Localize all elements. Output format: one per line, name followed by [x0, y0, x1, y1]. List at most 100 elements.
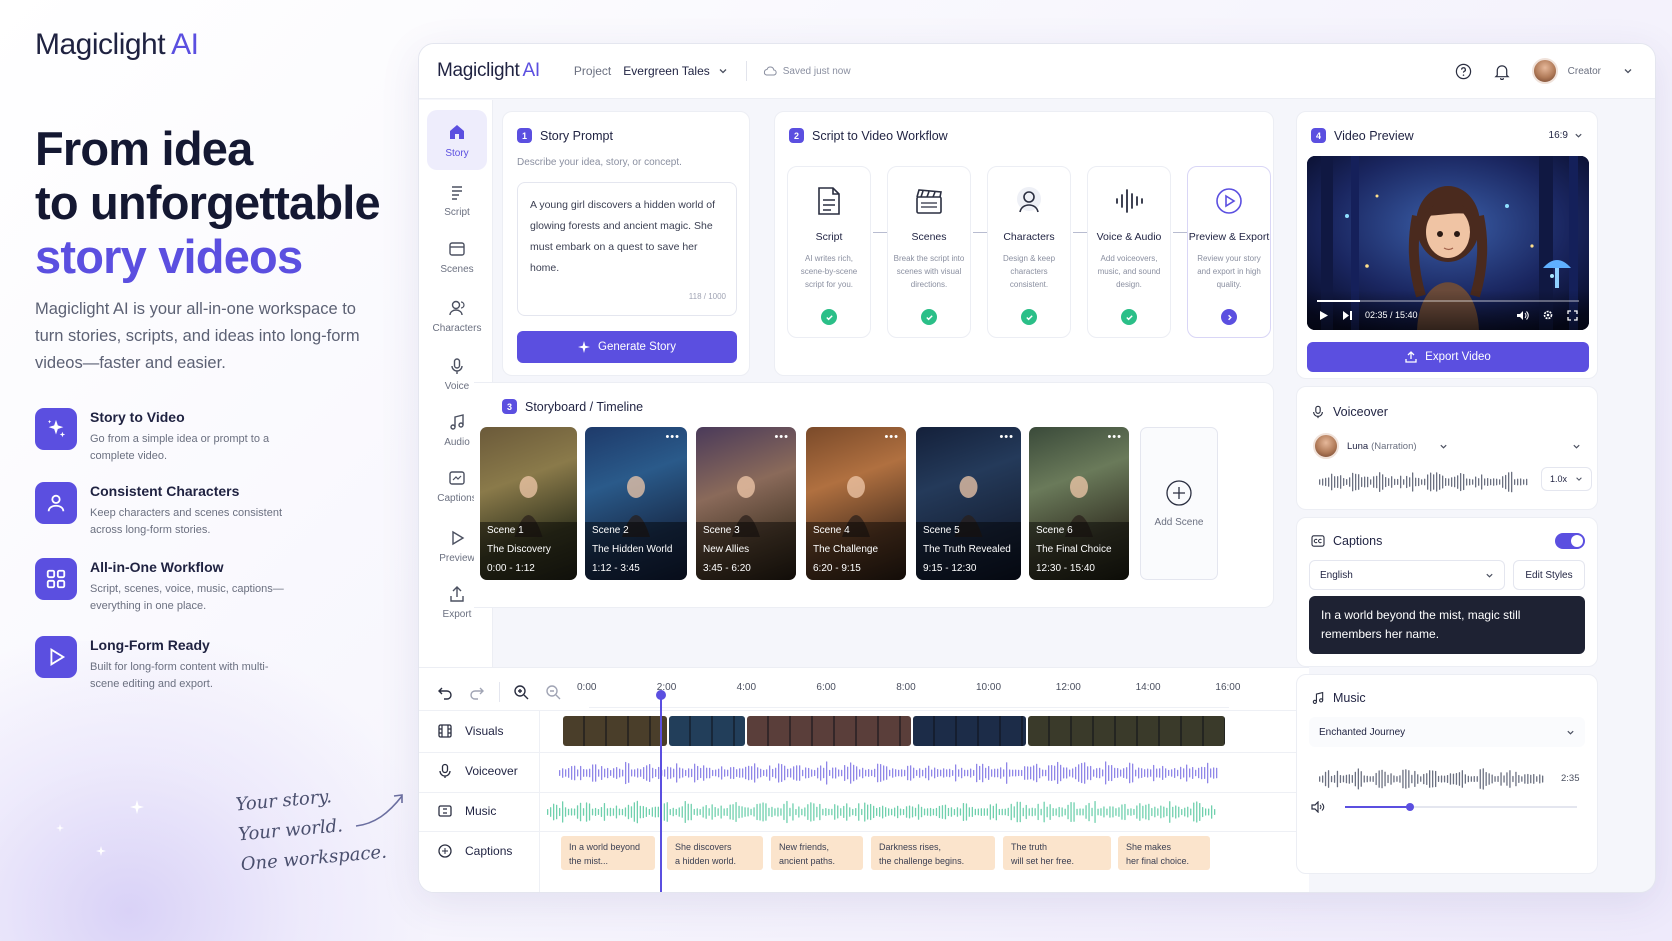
scene-card[interactable]: ••• Scene 6 The Final Choice 12:30 - 15:40: [1029, 427, 1129, 580]
visual-clip[interactable]: [913, 716, 1026, 746]
workflow-step-preview-export[interactable]: Preview & Export Review your story and e…: [1187, 166, 1271, 338]
play-circle-icon: [1216, 188, 1242, 214]
chevron-down-icon[interactable]: [718, 66, 728, 76]
captions-icon: [449, 470, 465, 485]
nav-story[interactable]: Story: [427, 110, 487, 170]
divider: [419, 752, 1309, 753]
scene-card[interactable]: ••• Scene 3 New Allies 3:45 - 6:20: [696, 427, 796, 580]
voice-selector[interactable]: Luna (Narration): [1307, 429, 1589, 463]
export-video-button[interactable]: Export Video: [1307, 342, 1589, 372]
more-options-icon[interactable]: •••: [774, 431, 789, 443]
volume-slider[interactable]: [1345, 803, 1577, 811]
redo-icon[interactable]: [469, 684, 485, 700]
app-window: Magiclight AI Project Evergreen Tales Sav…: [418, 43, 1656, 893]
story-prompt-input[interactable]: A young girl discovers a hidden world of…: [517, 182, 737, 316]
volume-knob[interactable]: [1405, 803, 1414, 811]
app-logo[interactable]: Magiclight AI: [437, 60, 540, 82]
caption-clip[interactable]: New friends, ancient paths.: [771, 836, 863, 870]
visual-clip[interactable]: [1028, 716, 1225, 746]
settings-gear-icon[interactable]: [1542, 309, 1554, 321]
scene-card[interactable]: ••• Scene 2 The Hidden World 1:12 - 3:45: [585, 427, 687, 580]
feature-title: Long-Form Ready: [90, 637, 210, 653]
scene-range: 9:15 - 12:30: [923, 563, 977, 574]
more-options-icon[interactable]: •••: [884, 431, 899, 443]
feature-title: Consistent Characters: [90, 483, 240, 499]
user-name[interactable]: Creator: [1568, 66, 1601, 77]
video-player[interactable]: 02:35 / 15:40: [1307, 156, 1589, 330]
aspect-ratio-select[interactable]: 16:9: [1549, 130, 1583, 141]
voice-role: (Narration): [1371, 440, 1417, 452]
undo-icon[interactable]: [437, 684, 453, 700]
scene-card[interactable]: ••• Scene 4 The Challenge 6:20 - 9:15: [806, 427, 906, 580]
scene-range: 12:30 - 15:40: [1036, 563, 1095, 574]
nav-scenes[interactable]: Scenes: [427, 227, 487, 287]
caption-clip[interactable]: She makes her final choice.: [1118, 836, 1210, 870]
generate-story-button[interactable]: Generate Story: [517, 331, 737, 363]
step-name: Voice & Audio: [1096, 231, 1162, 243]
scene-number: Scene 4: [813, 525, 850, 536]
user-avatar[interactable]: [1531, 58, 1558, 84]
headline-line-3: story videos: [35, 230, 303, 283]
music-track-select[interactable]: Enchanted Journey: [1309, 717, 1585, 747]
more-options-icon[interactable]: •••: [665, 431, 680, 443]
card-title: 2 Script to Video Workflow: [789, 128, 948, 143]
nav-script[interactable]: Script: [427, 170, 487, 230]
voiceover-waveform[interactable]: [559, 761, 1219, 785]
playhead[interactable]: [660, 693, 662, 892]
characters-icon: [449, 300, 465, 315]
visual-clip[interactable]: [669, 716, 745, 746]
workflow-step-scenes[interactable]: Scenes Break the script into scenes with…: [887, 166, 971, 338]
check-icon: [821, 309, 837, 325]
project-selector[interactable]: Evergreen Tales: [623, 64, 710, 78]
nav-characters[interactable]: Characters: [427, 286, 487, 346]
chevron-down-icon: [1575, 133, 1582, 138]
visual-clip[interactable]: [747, 716, 911, 746]
scene-number: Scene 5: [923, 525, 960, 536]
seek-progress: [1317, 300, 1361, 302]
scene-card[interactable]: ••• Scene 5 The Truth Revealed 9:15 - 12:30: [916, 427, 1021, 580]
visual-clip[interactable]: [563, 716, 667, 746]
caption-clip[interactable]: She discovers a hidden world.: [667, 836, 763, 870]
caption-clip[interactable]: In a world beyond the mist...: [561, 836, 655, 870]
scene-number: Scene 3: [703, 525, 740, 536]
workflow-step-voice-audio[interactable]: Voice & Audio Add voiceovers, music, and…: [1087, 166, 1171, 338]
card-title: Voiceover: [1311, 405, 1388, 419]
upload-icon: [1405, 351, 1417, 363]
captions-toggle[interactable]: [1555, 533, 1585, 549]
language-select[interactable]: English: [1309, 560, 1505, 590]
fullscreen-icon[interactable]: [1567, 310, 1578, 321]
scene-card[interactable]: Scene 1 The Discovery 0:00 - 1:12: [480, 427, 577, 580]
volume-icon[interactable]: [1311, 801, 1325, 813]
nav-label: Characters: [432, 322, 482, 334]
workflow-card: 2 Script to Video Workflow Script AI writ…: [774, 111, 1274, 376]
zoom-in-icon[interactable]: [513, 684, 529, 700]
more-options-icon[interactable]: •••: [1107, 431, 1122, 443]
more-options-icon[interactable]: •••: [999, 431, 1014, 443]
music-waveform[interactable]: [547, 800, 1217, 824]
skip-forward-icon[interactable]: [1342, 310, 1353, 321]
playhead-handle[interactable]: [656, 690, 666, 700]
storyboard-card: 3 Storyboard / Timeline Scene 1 The Discov…: [474, 382, 1274, 608]
zoom-out-icon[interactable]: [545, 684, 561, 700]
bell-icon[interactable]: [1494, 63, 1510, 80]
feature-all-in-one: All-in-One Workflow Script, scenes, voice…: [35, 558, 290, 615]
microphone-icon: [439, 763, 451, 778]
play-icon[interactable]: [1319, 310, 1329, 321]
check-icon: [1121, 309, 1137, 325]
workflow-step-script[interactable]: Script AI writes rich, scene-by-scene sc…: [787, 166, 871, 338]
headline-line-1: From idea: [35, 122, 253, 175]
volume-icon[interactable]: [1516, 310, 1529, 321]
chevron-down-icon[interactable]: [1623, 66, 1633, 76]
caption-clip-line: will set her free.: [1011, 856, 1075, 866]
feature-consistent-characters: Consistent Characters Keep characters and…: [35, 482, 290, 539]
help-icon[interactable]: [1455, 63, 1472, 80]
hero-subcopy: Magiclight AI is your all-in-one workspa…: [35, 300, 360, 372]
seek-bar[interactable]: [1317, 300, 1579, 302]
add-scene-button[interactable]: Add Scene: [1140, 427, 1218, 580]
caption-clip[interactable]: The truth will set her free.: [1003, 836, 1111, 870]
caption-clip[interactable]: Darkness rises, the challenge begins.: [871, 836, 995, 870]
workflow-step-characters[interactable]: Characters Design & keep characters cons…: [987, 166, 1071, 338]
next-arrow-icon[interactable]: [1221, 309, 1237, 325]
speed-select[interactable]: 1.0x: [1541, 467, 1593, 491]
edit-styles-button[interactable]: Edit Styles: [1513, 560, 1585, 590]
